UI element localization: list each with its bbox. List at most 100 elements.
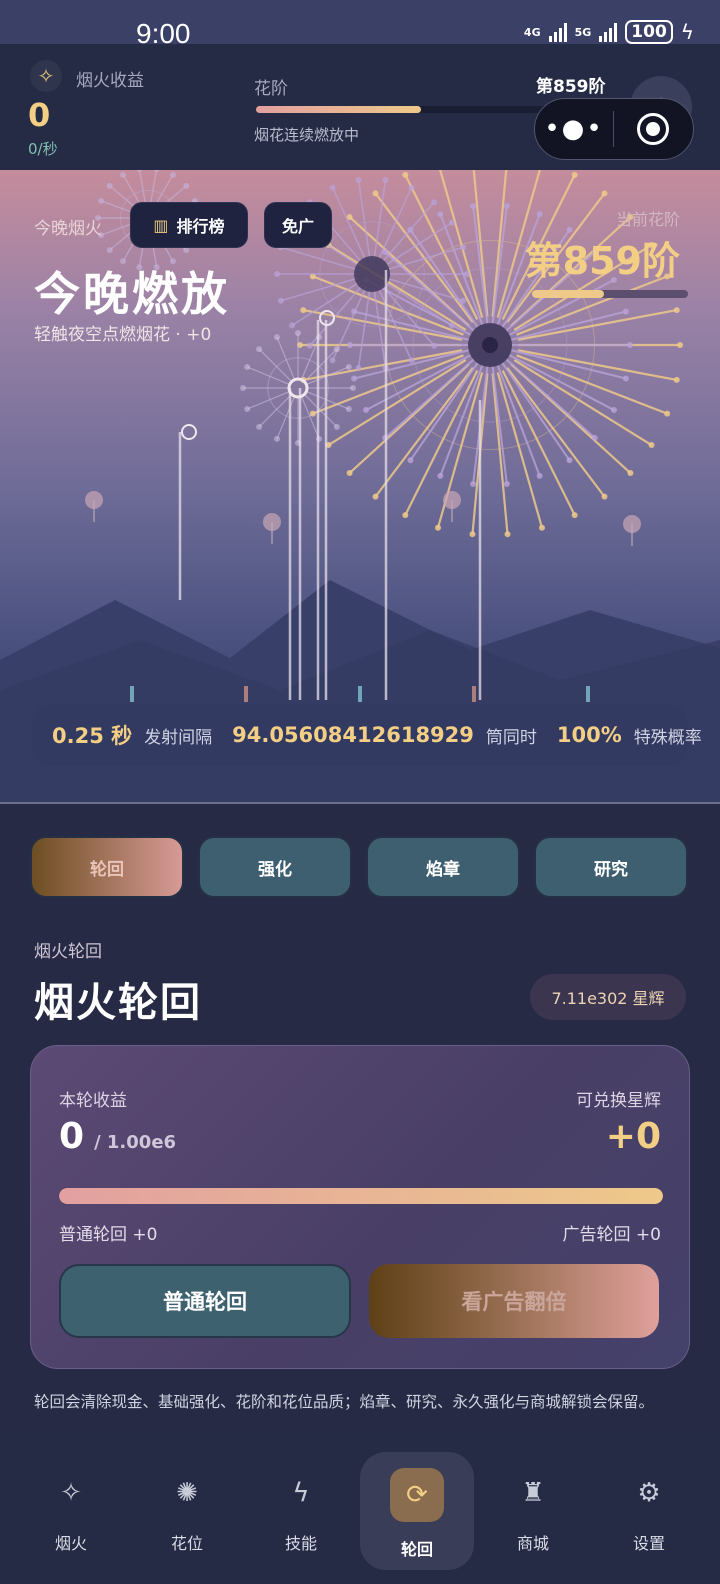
firework-spark [345, 406, 352, 413]
firework-spark [673, 376, 680, 383]
firework-spark [503, 480, 510, 487]
nav-item-fireworks[interactable]: ✧ 烟火 [14, 1436, 128, 1584]
firework-spark [431, 342, 438, 349]
nav-item-shop[interactable]: ♜ 商城 [476, 1436, 590, 1584]
firework-spark [170, 171, 176, 178]
firework-spark [289, 322, 296, 329]
charging-icon: ϟ [680, 20, 694, 44]
firework-spark [382, 176, 389, 183]
lantern-icon: ♜ [521, 1478, 545, 1508]
normal-rebirth-button[interactable]: 普通轮回 [59, 1264, 351, 1338]
firework-spark [601, 493, 608, 500]
tab-research[interactable]: 研究 [534, 836, 688, 898]
gear-icon: ⚙ [637, 1478, 661, 1508]
leaderboard-button[interactable]: ▥ 排行榜 [130, 202, 248, 248]
more-menu-icon[interactable]: •●• [535, 114, 613, 144]
firework-core [354, 256, 390, 292]
firework-spark [153, 170, 160, 172]
round-income-value: 0 / 1.00e6 [59, 1116, 176, 1157]
starlight-badge: 7.11e302 星辉 [530, 974, 686, 1020]
leaderboard-label: 排行榜 [176, 217, 225, 236]
section-title: 烟火轮回 [34, 980, 202, 1026]
miniprogram-capsule: •●• [534, 98, 694, 160]
sky-lantern [85, 491, 103, 509]
signal-icon [548, 22, 567, 42]
firework-ray [409, 361, 479, 461]
lightning-icon: ϟ [292, 1478, 310, 1508]
sparkle-icon: ✧ [60, 1478, 82, 1508]
current-stage-progress-fill [532, 290, 604, 298]
launcher-tube [358, 686, 362, 702]
firework-spark [372, 190, 379, 197]
current-stage-progress-bar [532, 290, 688, 298]
firework-spark [435, 524, 442, 531]
exchange-label: 可兑换星辉 [576, 1091, 661, 1111]
rebirth-note: 轮回会清除现金、基础强化、花阶和花位品质；焰章、研究、永久强化与商城解锁会保留。 [34, 1393, 655, 1411]
income-label: 烟火收益 [76, 71, 144, 91]
firework-spark [346, 470, 353, 477]
firework-spark [347, 342, 353, 348]
fireworks-sky[interactable]: 今晚烟火 ▥ 排行榜 免广 今晚燃放 轻触夜空点燃烟花 · +0 当前花阶 第8… [0, 170, 720, 802]
bottom-nav: ✧ 烟火 ✺ 花位 ϟ 技能 ⟳ 轮回 ♜ 商城 ⚙ 设置 [0, 1436, 720, 1584]
firework-spark [106, 247, 113, 254]
current-stage-value: 第859阶 [524, 239, 680, 283]
remove-ads-button[interactable]: 免广 [264, 202, 332, 248]
nav-item-skills[interactable]: ϟ 技能 [244, 1436, 358, 1584]
firework-spark [183, 182, 190, 189]
firework-spark [402, 171, 409, 178]
firework-spark [355, 176, 362, 183]
firework-spark [437, 472, 444, 479]
firework-ray [327, 359, 467, 446]
stage-status: 烟花连续燃放中 [254, 126, 360, 144]
income-sparkle-icon: ✧ [30, 60, 62, 92]
firework-spark [469, 531, 476, 538]
firework-spark [300, 307, 307, 314]
sky-lantern [623, 515, 641, 533]
firework-spark [408, 184, 415, 191]
firework-spark [504, 531, 511, 538]
nav-item-settings[interactable]: ⚙ 设置 [592, 1436, 706, 1584]
firework-spark [329, 184, 336, 191]
rebirth-card: 本轮收益 可兑换星辉 0/ 1.00e6 +0 普通轮回 +0 广告轮回 +0 … [30, 1045, 690, 1369]
section-divider [0, 802, 720, 804]
flower-icon: ✺ [176, 1478, 198, 1508]
battery-icon: 100 [625, 20, 673, 44]
firework-spark [464, 271, 470, 277]
sky-hint: 轻触夜空点燃烟花 · +0 [34, 325, 212, 345]
current-stage-label: 当前花阶 [615, 210, 680, 229]
firework-spark [306, 342, 313, 349]
cycle-icon: ⟳ [390, 1468, 444, 1522]
simultaneous-label: 筒同时 [485, 727, 537, 748]
tab-emblem[interactable]: 焰章 [366, 836, 520, 898]
firework-spark [571, 512, 578, 519]
round-income-target: / 1.00e6 [94, 1132, 177, 1153]
bar-chart-icon: ▥ [153, 215, 169, 235]
tab-rebirth[interactable]: 轮回 [30, 836, 184, 898]
interval-value: 0.25 秒 [52, 724, 133, 748]
firework-spark [244, 406, 251, 413]
firework-spark [355, 365, 362, 372]
firework-spark [677, 342, 683, 348]
firework-spark [273, 334, 280, 341]
firework-spark [274, 271, 280, 277]
firework-core [482, 337, 498, 353]
firework-spark [256, 423, 263, 430]
firework-spark [363, 407, 370, 414]
rebirth-progress-fill [59, 1188, 663, 1204]
firework-spark [244, 363, 251, 370]
tab-upgrade[interactable]: 强化 [198, 836, 352, 898]
special-value: 100% [556, 723, 622, 747]
nav-item-flower-slots[interactable]: ✺ 花位 [130, 1436, 244, 1584]
firework-spark [536, 211, 543, 218]
rebirth-progress-bar [59, 1188, 663, 1204]
firework-spark [460, 297, 467, 304]
normal-reward-text: 普通轮回 +0 [59, 1225, 158, 1245]
firework-spark [333, 346, 340, 353]
firework-spark [648, 442, 655, 449]
watch-ad-double-button[interactable]: 看广告翻倍 [369, 1264, 659, 1338]
nav-item-rebirth[interactable]: ⟳ 轮回 [360, 1452, 474, 1570]
firework-spark [351, 375, 358, 382]
close-target-icon[interactable] [614, 113, 692, 145]
network-4g-label: 4G [523, 25, 541, 39]
income-rate: 0/秒 [28, 140, 58, 158]
